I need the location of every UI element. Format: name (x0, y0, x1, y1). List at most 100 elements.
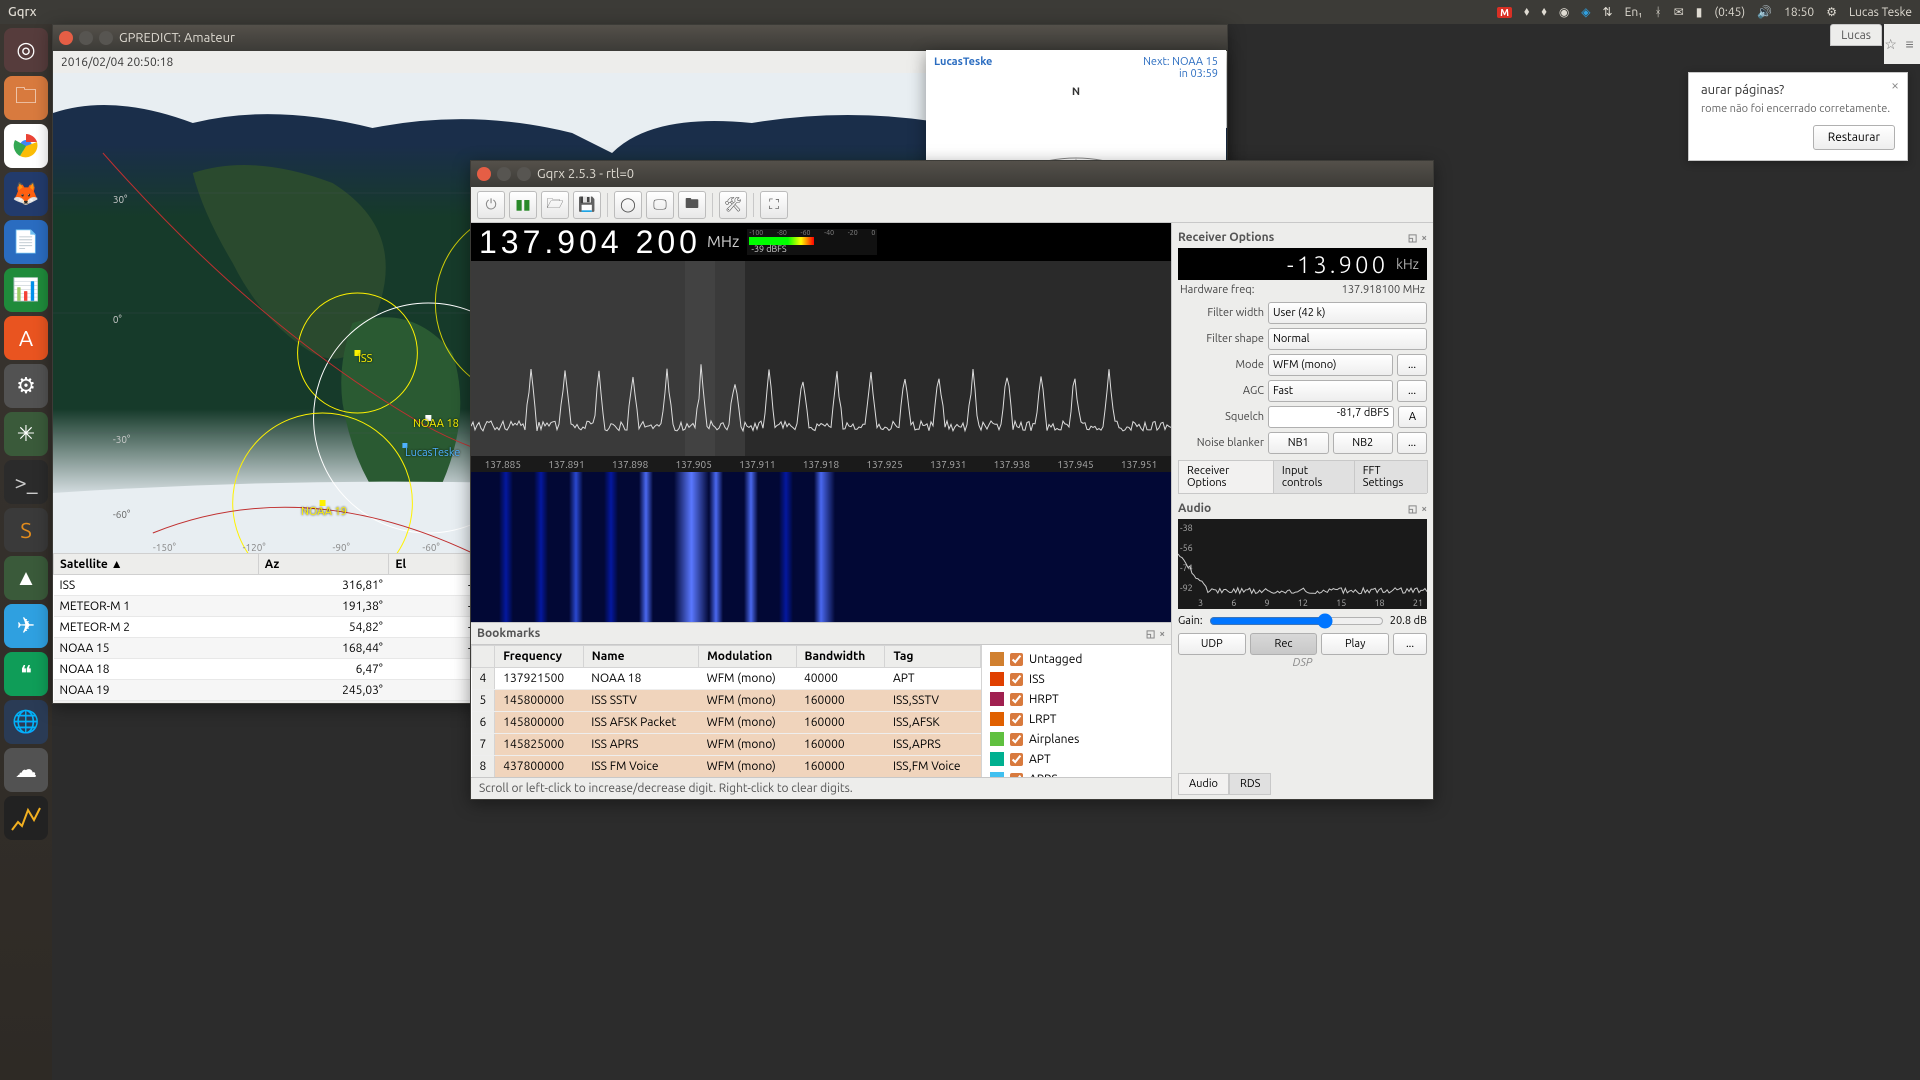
session-icon[interactable]: ⚙ (1826, 5, 1837, 19)
minimize-icon[interactable] (79, 31, 93, 45)
rx-offset-display[interactable]: -13.900kHz (1178, 248, 1427, 280)
filter-width-select[interactable]: User (42 k) (1268, 302, 1427, 324)
fft-plot[interactable]: -48-58-68-78-88-98 NOAA 18 (471, 261, 1171, 456)
squelch-input[interactable]: -81,7 dBFS (1268, 406, 1394, 428)
tag-checkbox[interactable] (1010, 653, 1023, 666)
tab-input-controls[interactable]: Input controls (1273, 460, 1355, 493)
browser-tab[interactable]: Lucas (1830, 24, 1882, 46)
clock[interactable]: 18:50 (1784, 6, 1814, 19)
nb2-button[interactable]: NB2 (1333, 432, 1394, 454)
save-button[interactable]: 💾 (573, 191, 601, 219)
map-sat-label[interactable]: NOAA 19 (301, 506, 347, 518)
bookmarks-table[interactable]: FrequencyNameModulationBandwidthTag 4137… (471, 645, 981, 777)
map-sat-label[interactable]: NOAA 18 (413, 418, 459, 430)
map-user-marker[interactable]: LucasTeske (405, 447, 460, 459)
gqrx-titlebar[interactable]: Gqrx 2.5.3 - rtl=0 (471, 161, 1433, 187)
close-icon[interactable] (477, 167, 491, 181)
mode-more-button[interactable]: ... (1397, 354, 1427, 376)
screenshot-button[interactable]: 🖵 (646, 191, 674, 219)
squelch-auto-button[interactable]: A (1398, 406, 1427, 428)
launcher-settings[interactable]: ⚙ (4, 364, 48, 408)
column-header[interactable]: Name (583, 646, 698, 668)
bookmark-row[interactable]: 8437800000ISS FM VoiceWFM (mono)160000IS… (472, 756, 981, 778)
undock-icon[interactable]: ◱ (1408, 232, 1417, 244)
settings-button[interactable]: 🛠 (719, 191, 747, 219)
column-header[interactable]: Tag (885, 646, 981, 668)
tag-row[interactable]: ISS (986, 669, 1167, 689)
device-button[interactable]: ▮▮ (509, 191, 537, 219)
launcher-writer[interactable]: 📄 (4, 220, 48, 264)
tag-checkbox[interactable] (1010, 713, 1023, 726)
filter-shape-select[interactable]: Normal (1268, 328, 1427, 350)
close-pane-icon[interactable]: × (1159, 628, 1165, 640)
column-header[interactable] (472, 646, 495, 668)
close-pane-icon[interactable]: × (1421, 232, 1427, 244)
tag-checkbox[interactable] (1010, 693, 1023, 706)
nb1-button[interactable]: NB1 (1268, 432, 1329, 454)
launcher-calc[interactable]: 📊 (4, 268, 48, 312)
audio-more-button[interactable]: ... (1393, 633, 1427, 655)
column-header[interactable]: Az (258, 554, 389, 575)
play-button[interactable]: Play (1321, 633, 1389, 655)
launcher-gpredict[interactable]: ✳ (4, 412, 48, 456)
tag-checkbox[interactable] (1010, 733, 1023, 746)
fullscreen-button[interactable]: ⛶ (760, 191, 788, 219)
launcher-telegram[interactable]: ✈ (4, 604, 48, 648)
launcher-files[interactable]: 🗀 (4, 76, 48, 120)
bookmark-row[interactable]: 4137921500NOAA 18WFM (mono)40000APT (472, 668, 981, 690)
maximize-icon[interactable] (517, 167, 531, 181)
record-button[interactable]: ◯ (614, 191, 642, 219)
maximize-icon[interactable] (99, 31, 113, 45)
launcher-sublime[interactable]: S (4, 508, 48, 552)
tab-receiver-options[interactable]: Receiver Options (1178, 460, 1274, 493)
launcher-sysmon[interactable] (4, 796, 48, 840)
dropbox-icon[interactable]: ⬧ (1524, 5, 1529, 19)
minimize-icon[interactable] (497, 167, 511, 181)
tag-checkbox[interactable] (1010, 673, 1023, 686)
tag-row[interactable]: APRS (986, 769, 1167, 777)
nb-more-button[interactable]: ... (1397, 432, 1427, 454)
tag-row[interactable]: HRPT (986, 689, 1167, 709)
agc-more-button[interactable]: ... (1397, 380, 1427, 402)
tag-row[interactable]: APT (986, 749, 1167, 769)
launcher-android-studio[interactable]: ▲ (4, 556, 48, 600)
gpredict-titlebar[interactable]: GPREDICT: Amateur (53, 25, 1227, 51)
launcher-earth[interactable]: 🌐 (4, 700, 48, 744)
udp-button[interactable]: UDP (1178, 633, 1246, 655)
mail-icon[interactable]: M (1497, 7, 1512, 18)
audio-fft[interactable]: -38-56-74-92 36912151821 (1178, 519, 1427, 609)
map-sat-label[interactable]: ISS (358, 353, 372, 365)
agc-select[interactable]: Fast (1268, 380, 1393, 402)
telegram-tray-icon[interactable]: ◈ (1581, 5, 1590, 19)
tab-audio[interactable]: Audio (1178, 773, 1229, 795)
tab-rds[interactable]: RDS (1229, 773, 1271, 795)
hamburger-icon[interactable]: ≡ (1906, 36, 1914, 52)
tag-row[interactable]: Untagged (986, 649, 1167, 669)
chrome-tray-icon[interactable]: ◉ (1559, 5, 1569, 19)
power-button[interactable]: ⏻ (477, 191, 505, 219)
tag-row[interactable]: Airplanes (986, 729, 1167, 749)
column-header[interactable]: Frequency (495, 646, 584, 668)
launcher-dash[interactable]: ◎ (4, 28, 48, 72)
column-header[interactable]: Satellite ▲ (54, 554, 259, 575)
close-icon[interactable]: × (1891, 77, 1899, 93)
bookmark-row[interactable]: 6145800000ISS AFSK PacketWFM (mono)16000… (472, 712, 981, 734)
volume-icon[interactable]: 🔊 (1757, 5, 1772, 19)
restore-button[interactable]: Restaurar (1813, 125, 1895, 150)
battery-icon[interactable]: ▮ (1696, 5, 1703, 19)
tag-row[interactable]: LRPT (986, 709, 1167, 729)
dropbox-icon-2[interactable]: ⬧ (1541, 5, 1546, 19)
launcher-weather[interactable]: ☁ (4, 748, 48, 792)
waterfall-plot[interactable] (471, 472, 1171, 622)
mode-select[interactable]: WFM (mono) (1268, 354, 1393, 376)
rec-button[interactable]: Rec (1250, 633, 1318, 655)
bookmark-row[interactable]: 5145800000ISS SSTVWFM (mono)160000ISS,SS… (472, 690, 981, 712)
undock-icon[interactable]: ◱ (1408, 503, 1417, 515)
open-button[interactable]: 🗁 (541, 191, 569, 219)
column-header[interactable]: Bandwidth (796, 646, 885, 668)
bookmarks-button[interactable]: 🖿 (678, 191, 706, 219)
launcher-hangouts[interactable]: ❝ (4, 652, 48, 696)
column-header[interactable]: Modulation (699, 646, 796, 668)
frequency-display[interactable]: 137.904 200 MHz -100-80-60-40-200 -39 dB… (471, 223, 1171, 261)
mail-indicator-icon[interactable]: ✉ (1674, 5, 1684, 19)
